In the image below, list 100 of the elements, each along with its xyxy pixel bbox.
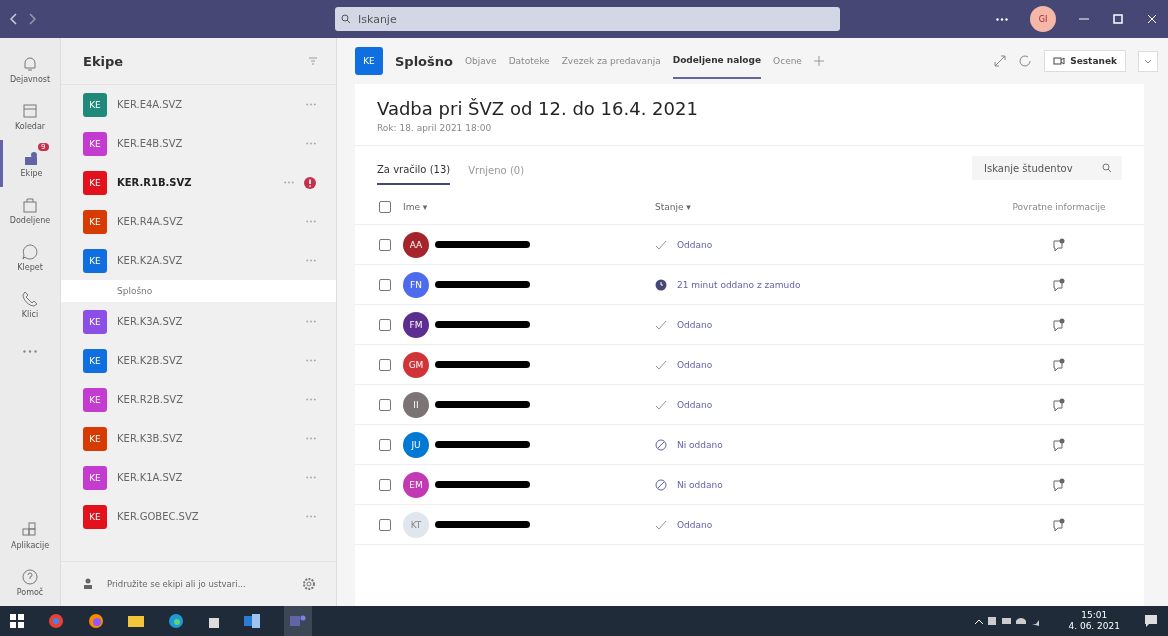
- team-item[interactable]: KE KER.K2B.SVZ: [61, 341, 336, 380]
- back-icon[interactable]: [10, 13, 18, 25]
- rail-label: Aplikacije: [10, 541, 50, 550]
- filter-tab[interactable]: Vrnjeno (0): [468, 152, 525, 184]
- feedback-icon[interactable]: [1052, 277, 1066, 292]
- rail-item[interactable]: Aplikacije: [0, 512, 60, 559]
- status-link[interactable]: Oddano: [677, 319, 713, 330]
- team-avatar: KE: [83, 426, 107, 451]
- team-item[interactable]: KE KER.K1A.SVZ: [61, 458, 336, 497]
- join-team-link[interactable]: Pridružite se ekipi ali jo ustvari...: [107, 579, 292, 589]
- student-avatar: FM: [403, 311, 429, 338]
- expand-icon[interactable]: [994, 55, 1007, 67]
- clock-time: 15:01: [1081, 610, 1108, 621]
- checkbox[interactable]: [379, 478, 391, 491]
- search-icon: [341, 14, 351, 24]
- chat-icon: [21, 243, 39, 261]
- team-item[interactable]: KE KER.K3B.SVZ: [61, 419, 336, 458]
- rail-item[interactable]: Dodeljene: [0, 187, 60, 234]
- feedback-icon[interactable]: [1052, 477, 1066, 492]
- team-avatar: KE: [83, 209, 107, 234]
- chevron-down-icon: [1144, 58, 1152, 64]
- calendar-icon: [21, 102, 39, 120]
- team-avatar: KE: [83, 309, 107, 334]
- channel-tab[interactable]: Datoteke: [508, 44, 550, 78]
- team-app-icon: [290, 614, 306, 628]
- team-item[interactable]: KE KER.E4B.SVZ: [61, 124, 336, 163]
- forward-icon[interactable]: [28, 13, 36, 25]
- team-item[interactable]: KE KER.R1B.SVZ: [61, 163, 336, 202]
- checkbox[interactable]: [379, 238, 391, 251]
- search-field[interactable]: Iskanje: [335, 7, 840, 31]
- student-avatar: GM: [403, 351, 429, 378]
- feedback-icon[interactable]: [1052, 357, 1066, 372]
- team-name: KER.GOBEC.SVZ: [117, 511, 200, 522]
- team-item[interactable]: KE KER.E4A.SVZ: [61, 85, 336, 124]
- student-search-field[interactable]: Iskanje študentov: [972, 156, 1122, 180]
- browser-icon[interactable]: [88, 613, 104, 629]
- rail-label: Klici: [21, 310, 39, 319]
- video-camera-icon: [1053, 56, 1066, 66]
- checkbox[interactable]: [379, 518, 391, 531]
- status-link[interactable]: Ni oddano: [677, 439, 723, 450]
- checkbox[interactable]: [379, 358, 391, 371]
- notifications-icon[interactable]: [1144, 614, 1158, 628]
- channel-tab[interactable]: Dodeljene naloge: [672, 43, 762, 79]
- filter-tab[interactable]: Za vračilo (13): [377, 151, 451, 185]
- team-item[interactable]: KE KER.R2B.SVZ: [61, 380, 336, 419]
- channel-title: Splošno: [395, 53, 453, 69]
- feedback-icon[interactable]: [1052, 437, 1066, 452]
- checkbox[interactable]: [379, 438, 391, 451]
- checkbox[interactable]: [379, 398, 391, 411]
- channel-tab[interactable]: Objave: [465, 44, 497, 78]
- team-item[interactable]: KE KER.R4A.SVZ: [61, 202, 336, 241]
- checkbox[interactable]: [379, 278, 391, 291]
- rail-item[interactable]: Klici: [0, 281, 60, 328]
- rail-item[interactable]: Pomoč: [0, 559, 60, 606]
- rail-item[interactable]: Klepet: [0, 234, 60, 281]
- column-header[interactable]: Stanje ▾: [655, 202, 994, 212]
- team-name: KER.R2B.SVZ: [117, 394, 185, 405]
- team-avatar: KE: [83, 504, 107, 529]
- browser-icon[interactable]: [48, 613, 64, 629]
- team-item[interactable]: KE KER.K3A.SVZ: [61, 302, 336, 341]
- close-icon[interactable]: [1146, 13, 1158, 25]
- team-name: KER.R1B.SVZ: [117, 177, 193, 188]
- rail-label: Koledar: [14, 122, 46, 131]
- status-link[interactable]: Oddano: [677, 519, 713, 530]
- rail-label: Dodeljene: [9, 216, 51, 225]
- status-link[interactable]: Oddano: [677, 399, 713, 410]
- apps-icon: [21, 521, 39, 539]
- team-item[interactable]: KE KER.K2A.SVZ: [61, 241, 336, 280]
- status-link[interactable]: Oddano: [677, 359, 713, 370]
- checkbox[interactable]: [379, 318, 391, 331]
- status-link[interactable]: 21 minut oddano z zamudo: [677, 279, 801, 290]
- feedback-icon[interactable]: [1052, 517, 1066, 532]
- student-avatar: II: [403, 391, 429, 418]
- checkbox[interactable]: [379, 201, 391, 213]
- rail-item[interactable]: Koledar: [0, 93, 60, 140]
- bell-icon: [21, 55, 39, 73]
- browser-icon[interactable]: [168, 613, 184, 629]
- team-item[interactable]: KE KER.GOBEC.SVZ: [61, 497, 336, 536]
- channel-tab[interactable]: Zvezek za predavanja: [561, 44, 661, 78]
- search-input[interactable]: Iskanje študentov: [982, 161, 1102, 175]
- refresh-icon[interactable]: [1018, 54, 1033, 68]
- search-input[interactable]: Iskanje: [356, 11, 834, 27]
- phone-icon: [21, 290, 39, 308]
- document-icon[interactable]: [244, 614, 260, 628]
- settings-icon[interactable]: [302, 577, 316, 591]
- rail-item[interactable]: Dejavnost: [0, 46, 60, 93]
- feedback-icon[interactable]: [1052, 237, 1066, 252]
- meeting-button[interactable]: Sestanek: [1044, 50, 1126, 72]
- status-link[interactable]: Ni oddano: [677, 479, 723, 490]
- user-avatar[interactable]: GI: [1030, 6, 1056, 32]
- more-options-icon[interactable]: [996, 17, 1008, 21]
- status-link[interactable]: Oddano: [677, 239, 713, 250]
- channel-item[interactable]: Splošno: [61, 280, 336, 302]
- maximize-icon[interactable]: [1112, 13, 1124, 25]
- windows-icon[interactable]: [10, 614, 24, 628]
- folder-icon[interactable]: [128, 614, 144, 628]
- column-header[interactable]: Ime ▾: [403, 202, 655, 212]
- feedback-icon[interactable]: [1052, 397, 1066, 412]
- channel-tab[interactable]: Ocene: [773, 44, 802, 78]
- feedback-icon[interactable]: [1052, 317, 1066, 332]
